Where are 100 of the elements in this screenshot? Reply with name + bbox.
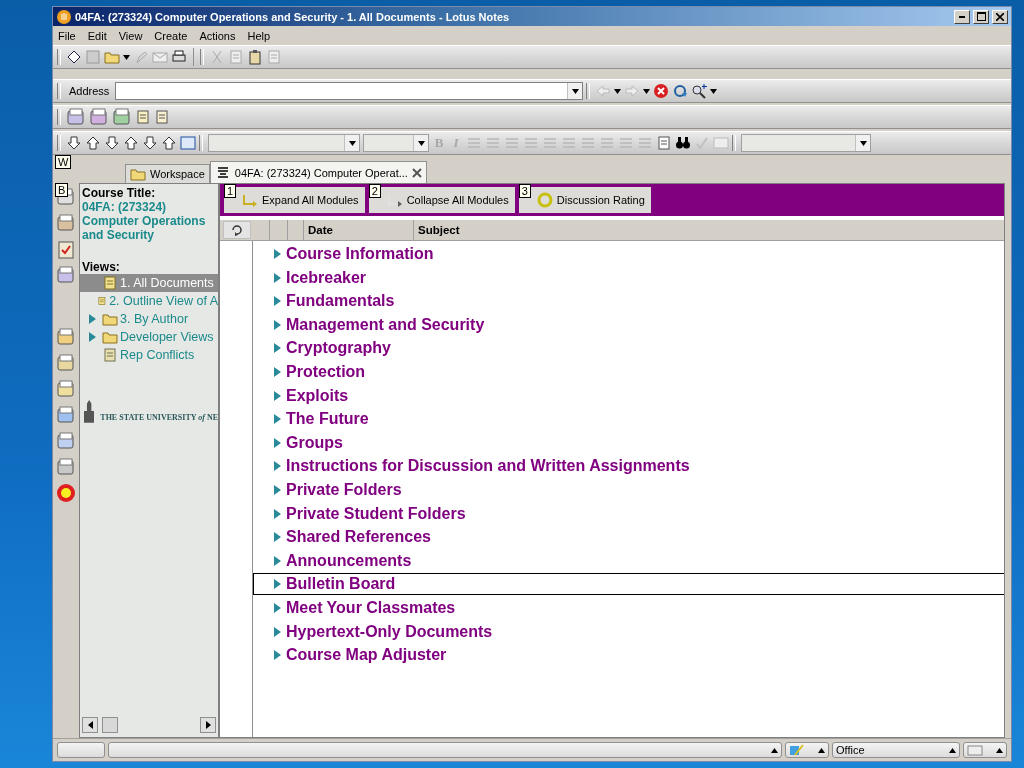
- expand-twistie-icon[interactable]: [273, 461, 282, 472]
- menu-item[interactable]: Help: [247, 29, 271, 42]
- column-header[interactable]: Subject: [414, 220, 1004, 240]
- address-label: Address: [68, 85, 111, 97]
- category-row[interactable]: Private Folders: [253, 478, 1004, 501]
- print-icon[interactable]: [171, 49, 187, 65]
- view-icon[interactable]: [102, 275, 118, 291]
- navigator-entry[interactable]: 2. Outline View of A: [80, 292, 218, 310]
- next-unread-arrow-icon[interactable]: [142, 135, 158, 151]
- expand-twistie-icon[interactable]: [273, 602, 282, 613]
- next-arrow-icon[interactable]: [66, 135, 82, 151]
- close-button[interactable]: [992, 9, 1008, 24]
- category-row[interactable]: Bulletin Board: [253, 573, 1004, 596]
- action-button[interactable]: 1 Expand All Modules: [224, 187, 365, 213]
- caret-icon: [710, 88, 718, 94]
- menu-item[interactable]: Actions: [199, 29, 236, 42]
- category-title: Announcements: [286, 551, 412, 570]
- status-panel: [57, 742, 105, 758]
- expand-twistie-icon[interactable]: [273, 390, 282, 401]
- category-row[interactable]: Shared References: [253, 526, 1004, 549]
- category-row[interactable]: Course Information: [253, 243, 1004, 265]
- category-row[interactable]: Instructions for Discussion and Written Assignments: [253, 455, 1004, 478]
- expand-twistie-icon[interactable]: [273, 366, 282, 377]
- menu-item[interactable]: View: [118, 29, 143, 42]
- font-dropdown[interactable]: [208, 134, 360, 152]
- category-row[interactable]: Private Student Folders: [253, 502, 1004, 525]
- category-row[interactable]: Groups: [253, 431, 1004, 454]
- expand-twistie-icon[interactable]: [273, 249, 282, 259]
- address-field[interactable]: [115, 82, 584, 100]
- category-row[interactable]: Course Map Adjuster: [253, 644, 1004, 667]
- refresh-icon[interactable]: [672, 83, 689, 99]
- folder-icon[interactable]: [102, 311, 118, 327]
- expand-twistie-icon[interactable]: [88, 314, 98, 324]
- spell-check-icon[interactable]: [694, 135, 710, 151]
- stop-icon[interactable]: [653, 83, 670, 99]
- navigator-entry[interactable]: Developer Views: [80, 328, 218, 346]
- hotkey-badge: W: [55, 155, 72, 169]
- size-dropdown[interactable]: [363, 134, 429, 152]
- category-row[interactable]: Icebreaker: [253, 266, 1004, 289]
- menu-item[interactable]: Edit: [87, 29, 107, 42]
- expand-twistie-icon[interactable]: [273, 319, 282, 330]
- category-title: Bulletin Board: [286, 575, 396, 594]
- expand-twistie-icon[interactable]: [273, 650, 282, 661]
- expand-twistie-icon[interactable]: [273, 579, 282, 590]
- category-row[interactable]: Protection: [253, 360, 1004, 383]
- down-arrow-icon[interactable]: [104, 135, 120, 151]
- expand-twistie-icon[interactable]: [273, 555, 282, 566]
- scroll-right-button[interactable]: [200, 717, 216, 733]
- binoculars-icon[interactable]: [675, 135, 691, 151]
- online-status-button[interactable]: [785, 742, 829, 758]
- refresh-view-button[interactable]: [223, 221, 251, 239]
- clipboard-check-icon[interactable]: [56, 239, 76, 259]
- menu-item[interactable]: Create: [154, 29, 188, 42]
- expand-twistie-icon[interactable]: [88, 332, 98, 342]
- menu-item[interactable]: File: [58, 29, 76, 42]
- diamond-icon[interactable]: [66, 49, 82, 65]
- folder-icon[interactable]: [102, 329, 118, 345]
- up-arrow-icon[interactable]: [123, 135, 139, 151]
- category-title: Course Map Adjuster: [286, 646, 447, 665]
- minimize-button[interactable]: [954, 9, 970, 24]
- expand-twistie-icon[interactable]: [273, 414, 282, 425]
- expand-twistie-icon[interactable]: [273, 437, 282, 448]
- category-row[interactable]: Cryptography: [253, 337, 1004, 360]
- hotkey-badge: 3: [518, 184, 531, 198]
- open-folder-icon[interactable]: [104, 49, 120, 65]
- caret-icon: [643, 88, 651, 94]
- action-button[interactable]: 2 Collapse All Modules: [368, 187, 515, 213]
- action-button[interactable]: 3 Discussion Rating: [518, 187, 651, 213]
- category-row[interactable]: Fundamentals: [253, 290, 1004, 313]
- category-row[interactable]: Hypertext-Only Documents: [253, 620, 1004, 643]
- window-tab[interactable]: 04FA: (273324) Computer Operat...: [209, 161, 427, 183]
- category-title: Private Folders: [286, 480, 402, 499]
- expand-twistie-icon[interactable]: [273, 484, 282, 495]
- scroll-thumb[interactable]: [102, 717, 118, 733]
- category-row[interactable]: Announcements: [253, 549, 1004, 572]
- expand-twistie-icon[interactable]: [273, 532, 282, 543]
- column-header[interactable]: Date: [304, 220, 414, 240]
- caret-icon: [123, 54, 130, 60]
- category-row[interactable]: Meet Your Classmates: [253, 596, 1004, 619]
- close-tab-icon[interactable]: [411, 167, 422, 178]
- expand-twistie-icon[interactable]: [273, 343, 282, 354]
- category-row[interactable]: The Future: [253, 408, 1004, 431]
- caret-icon: [348, 140, 356, 146]
- expand-twistie-icon[interactable]: [273, 296, 282, 307]
- expand-twistie-icon[interactable]: [273, 626, 282, 637]
- scroll-left-button[interactable]: [82, 717, 98, 733]
- previous-unread-arrow-icon[interactable]: [161, 135, 177, 151]
- paste-icon[interactable]: [247, 49, 263, 65]
- style-dropdown[interactable]: [741, 134, 871, 152]
- expand-twistie-icon[interactable]: [273, 272, 282, 283]
- location-button[interactable]: Office: [832, 742, 960, 758]
- category-row[interactable]: Management and Security: [253, 313, 1004, 336]
- maximize-button[interactable]: [973, 9, 989, 24]
- previous-main-arrow-icon[interactable]: [85, 135, 101, 151]
- mail-status-button[interactable]: [963, 742, 1007, 758]
- navigator-entry[interactable]: Rep Conflicts: [80, 346, 218, 364]
- expand-twistie-icon[interactable]: [273, 508, 282, 519]
- search-icon[interactable]: [691, 83, 708, 99]
- window-tab[interactable]: Workspace: [125, 164, 210, 183]
- category-row[interactable]: Exploits: [253, 384, 1004, 407]
